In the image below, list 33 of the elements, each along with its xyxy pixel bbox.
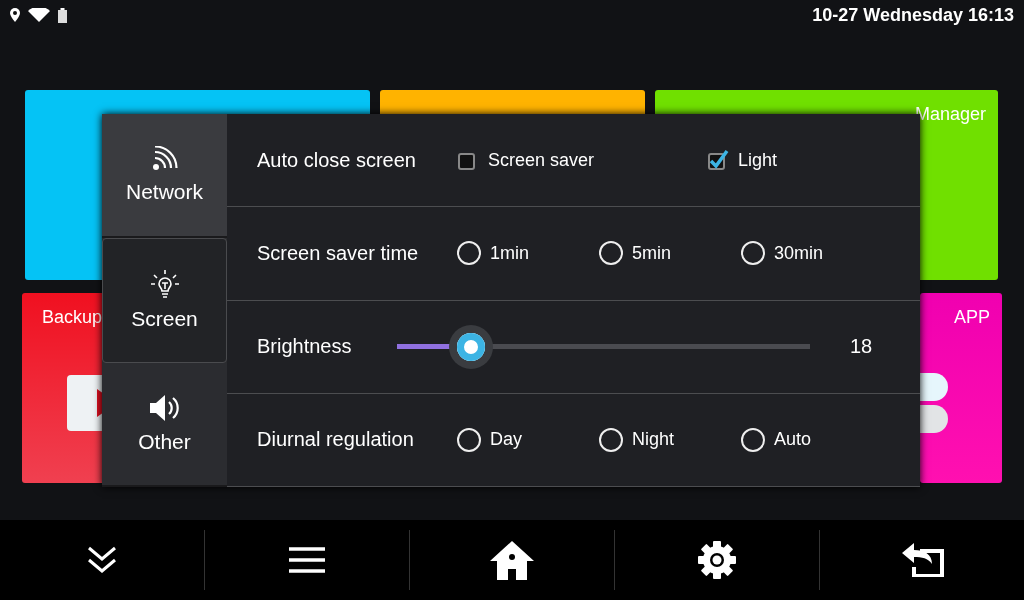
- back-icon[interactable]: [900, 543, 944, 577]
- radio-option[interactable]: 30min: [741, 241, 824, 266]
- setting-label: Screen saver time: [257, 241, 420, 265]
- status-datetime: 10-27 Wednesday 16:13: [812, 4, 1014, 26]
- app-icon: [920, 371, 950, 435]
- settings-tab[interactable]: Screen: [102, 238, 227, 363]
- settings-icon[interactable]: [697, 540, 737, 580]
- double-chevron-icon[interactable]: [87, 546, 117, 574]
- wifi-icon: [28, 8, 50, 22]
- checkbox-option[interactable]: Light: [707, 149, 778, 172]
- light-bulb-icon: [149, 269, 180, 300]
- radio-option[interactable]: 5min: [599, 241, 741, 266]
- setting-label: Brightness: [257, 335, 353, 359]
- setting-label: Auto close screen: [257, 148, 417, 172]
- checkbox-option[interactable]: Screen saver: [457, 149, 707, 172]
- setting-label: Diurnal regulation: [257, 428, 415, 452]
- radio-option[interactable]: Day: [457, 427, 599, 452]
- location-icon: [10, 8, 20, 22]
- settings-tab[interactable]: Network: [102, 114, 227, 239]
- radio-option[interactable]: Auto: [741, 427, 812, 452]
- signal-icon: [150, 146, 179, 173]
- radio-option[interactable]: 1min: [457, 241, 599, 266]
- play-icon: [67, 375, 103, 431]
- menu-icon[interactable]: [289, 547, 325, 573]
- tile-label: APP: [953, 307, 990, 328]
- battery-icon: [58, 7, 67, 23]
- speaker-icon: [148, 393, 181, 422]
- brightness-value: 18: [850, 335, 873, 359]
- tile-label: Manager: [914, 104, 986, 125]
- app-tile[interactable]: APP: [920, 293, 1002, 483]
- tile-label: Backup: [42, 307, 103, 328]
- radio-option[interactable]: Night: [599, 427, 741, 452]
- home-icon[interactable]: [489, 540, 535, 580]
